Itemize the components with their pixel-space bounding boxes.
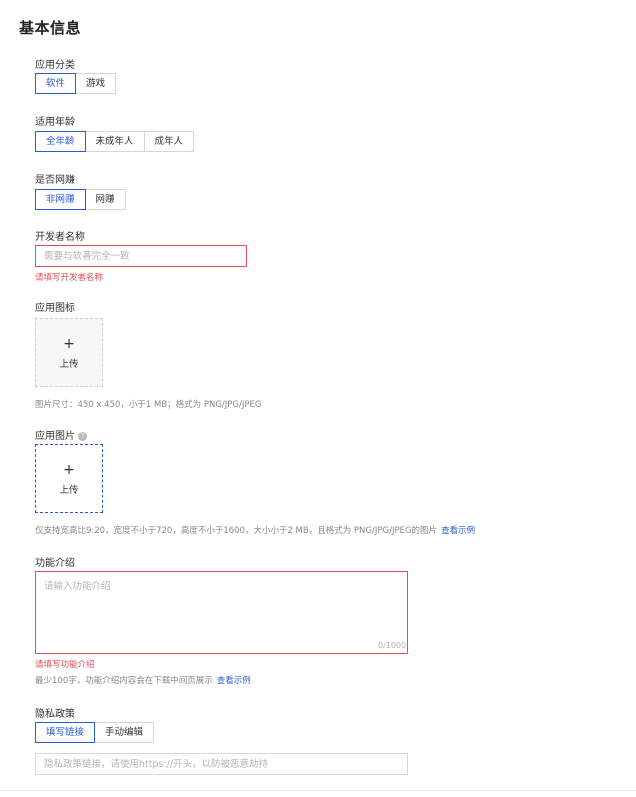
developer-name-input[interactable] xyxy=(35,245,247,267)
plus-icon: + xyxy=(63,336,75,352)
description-hint-text: 最少100字，功能介绍内容会在下载中间页展示 xyxy=(35,676,213,686)
online-game-option-no[interactable]: 非网赚 xyxy=(35,189,86,210)
app-images-label-text: 应用图片 xyxy=(35,431,75,442)
upload-label: 上传 xyxy=(59,359,79,370)
bottom-divider xyxy=(0,790,636,791)
category-selector: 软件 游戏 xyxy=(35,73,117,94)
help-icon[interactable]: ? xyxy=(78,432,87,441)
privacy-option-manual[interactable]: 手动编辑 xyxy=(94,722,155,743)
category-option-game[interactable]: 游戏 xyxy=(75,73,117,94)
developer-error-text: 请填写开发者名称 xyxy=(35,273,104,283)
online-game-label: 是否网赚 xyxy=(35,175,75,186)
description-error-text: 请填写功能介绍 xyxy=(35,660,95,670)
description-label: 功能介绍 xyxy=(35,558,75,569)
app-images-example-link[interactable]: 查看示例 xyxy=(441,526,475,536)
app-images-hint-text: 仅支持宽高比9:20，宽度不小于720，高度不小于1600，大小小于2 MB，且… xyxy=(35,526,438,536)
plus-icon: + xyxy=(63,462,75,478)
app-images-upload-button[interactable]: + 上传 xyxy=(35,444,103,513)
app-images-label: 应用图片? xyxy=(35,427,87,442)
privacy-option-link[interactable]: 填写链接 xyxy=(35,722,96,743)
age-option-minor[interactable]: 未成年人 xyxy=(84,131,145,152)
section-title: 基本信息 xyxy=(19,19,82,37)
app-icon-upload-button[interactable]: + 上传 xyxy=(35,318,103,387)
age-option-adult[interactable]: 成年人 xyxy=(143,131,195,152)
app-icon-hint: 图片尺寸：450 x 450，小于1 MB；格式为 PNG/JPG/JPEG xyxy=(35,400,262,410)
online-game-selector: 非网赚 网赚 xyxy=(35,189,126,210)
category-option-software[interactable]: 软件 xyxy=(35,73,77,94)
privacy-mode-selector: 填写链接 手动编辑 xyxy=(35,722,155,743)
category-label: 应用分类 xyxy=(35,60,75,71)
privacy-label: 隐私政策 xyxy=(35,709,75,720)
online-game-option-yes[interactable]: 网赚 xyxy=(84,189,126,210)
age-label: 适用年龄 xyxy=(35,117,75,128)
age-option-all[interactable]: 全年龄 xyxy=(35,131,86,152)
description-example-link[interactable]: 查看示例 xyxy=(217,676,251,686)
description-textarea[interactable] xyxy=(35,571,408,654)
description-hint: 最少100字，功能介绍内容会在下载中间页展示 查看示例 xyxy=(35,674,251,686)
age-selector: 全年龄 未成年人 成年人 xyxy=(35,131,195,152)
app-images-hint: 仅支持宽高比9:20，宽度不小于720，高度不小于1600，大小小于2 MB，且… xyxy=(35,524,475,536)
developer-label: 开发者名称 xyxy=(35,232,85,243)
upload-label: 上传 xyxy=(59,485,79,496)
privacy-link-input[interactable] xyxy=(35,753,408,775)
description-char-counter: 0/1000 xyxy=(378,641,407,650)
app-icon-label: 应用图标 xyxy=(35,303,75,314)
